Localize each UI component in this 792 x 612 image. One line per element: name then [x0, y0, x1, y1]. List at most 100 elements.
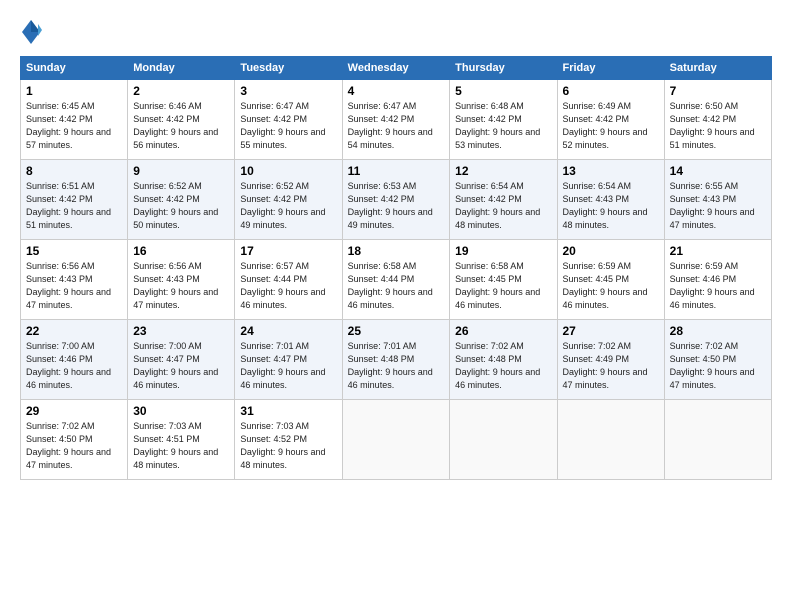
calendar-cell: 11 Sunrise: 6:53 AMSunset: 4:42 PMDaylig… — [342, 160, 450, 240]
logo — [20, 18, 45, 46]
weekday-header-row: SundayMondayTuesdayWednesdayThursdayFrid… — [21, 57, 772, 80]
weekday-header: Tuesday — [235, 57, 342, 80]
day-number: 1 — [26, 84, 122, 98]
day-info: Sunrise: 6:47 AMSunset: 4:42 PMDaylight:… — [348, 100, 445, 152]
weekday-header: Sunday — [21, 57, 128, 80]
day-info: Sunrise: 7:03 AMSunset: 4:52 PMDaylight:… — [240, 420, 336, 472]
calendar-cell: 18 Sunrise: 6:58 AMSunset: 4:44 PMDaylig… — [342, 240, 450, 320]
calendar-cell: 27 Sunrise: 7:02 AMSunset: 4:49 PMDaylig… — [557, 320, 664, 400]
day-number: 21 — [670, 244, 766, 258]
day-info: Sunrise: 6:49 AMSunset: 4:42 PMDaylight:… — [563, 100, 659, 152]
day-info: Sunrise: 6:59 AMSunset: 4:46 PMDaylight:… — [670, 260, 766, 312]
day-number: 20 — [563, 244, 659, 258]
calendar-table: SundayMondayTuesdayWednesdayThursdayFrid… — [20, 56, 772, 480]
calendar-cell: 7 Sunrise: 6:50 AMSunset: 4:42 PMDayligh… — [664, 80, 771, 160]
day-info: Sunrise: 6:53 AMSunset: 4:42 PMDaylight:… — [348, 180, 445, 232]
day-info: Sunrise: 7:03 AMSunset: 4:51 PMDaylight:… — [133, 420, 229, 472]
day-number: 15 — [26, 244, 122, 258]
calendar-week-row: 15 Sunrise: 6:56 AMSunset: 4:43 PMDaylig… — [21, 240, 772, 320]
day-info: Sunrise: 6:57 AMSunset: 4:44 PMDaylight:… — [240, 260, 336, 312]
calendar-body: 1 Sunrise: 6:45 AMSunset: 4:42 PMDayligh… — [21, 80, 772, 480]
day-info: Sunrise: 6:51 AMSunset: 4:42 PMDaylight:… — [26, 180, 122, 232]
day-info: Sunrise: 7:01 AMSunset: 4:48 PMDaylight:… — [348, 340, 445, 392]
day-info: Sunrise: 7:02 AMSunset: 4:48 PMDaylight:… — [455, 340, 551, 392]
calendar-cell: 14 Sunrise: 6:55 AMSunset: 4:43 PMDaylig… — [664, 160, 771, 240]
day-info: Sunrise: 7:01 AMSunset: 4:47 PMDaylight:… — [240, 340, 336, 392]
day-number: 28 — [670, 324, 766, 338]
calendar-cell: 9 Sunrise: 6:52 AMSunset: 4:42 PMDayligh… — [128, 160, 235, 240]
day-info: Sunrise: 6:50 AMSunset: 4:42 PMDaylight:… — [670, 100, 766, 152]
calendar-cell: 31 Sunrise: 7:03 AMSunset: 4:52 PMDaylig… — [235, 400, 342, 480]
calendar-cell — [664, 400, 771, 480]
calendar-cell — [557, 400, 664, 480]
calendar-cell: 30 Sunrise: 7:03 AMSunset: 4:51 PMDaylig… — [128, 400, 235, 480]
page-header — [20, 18, 772, 46]
calendar-cell: 22 Sunrise: 7:00 AMSunset: 4:46 PMDaylig… — [21, 320, 128, 400]
weekday-header: Thursday — [450, 57, 557, 80]
day-info: Sunrise: 6:52 AMSunset: 4:42 PMDaylight:… — [240, 180, 336, 232]
weekday-header: Friday — [557, 57, 664, 80]
calendar-cell: 29 Sunrise: 7:02 AMSunset: 4:50 PMDaylig… — [21, 400, 128, 480]
day-info: Sunrise: 7:02 AMSunset: 4:50 PMDaylight:… — [26, 420, 122, 472]
day-number: 12 — [455, 164, 551, 178]
calendar-cell: 8 Sunrise: 6:51 AMSunset: 4:42 PMDayligh… — [21, 160, 128, 240]
day-number: 30 — [133, 404, 229, 418]
calendar-cell: 10 Sunrise: 6:52 AMSunset: 4:42 PMDaylig… — [235, 160, 342, 240]
day-info: Sunrise: 6:56 AMSunset: 4:43 PMDaylight:… — [133, 260, 229, 312]
day-number: 29 — [26, 404, 122, 418]
calendar-week-row: 29 Sunrise: 7:02 AMSunset: 4:50 PMDaylig… — [21, 400, 772, 480]
day-number: 22 — [26, 324, 122, 338]
calendar-cell: 6 Sunrise: 6:49 AMSunset: 4:42 PMDayligh… — [557, 80, 664, 160]
day-number: 26 — [455, 324, 551, 338]
calendar-cell: 23 Sunrise: 7:00 AMSunset: 4:47 PMDaylig… — [128, 320, 235, 400]
calendar-cell: 26 Sunrise: 7:02 AMSunset: 4:48 PMDaylig… — [450, 320, 557, 400]
weekday-header: Wednesday — [342, 57, 450, 80]
calendar-cell: 2 Sunrise: 6:46 AMSunset: 4:42 PMDayligh… — [128, 80, 235, 160]
day-number: 11 — [348, 164, 445, 178]
day-number: 3 — [240, 84, 336, 98]
day-number: 6 — [563, 84, 659, 98]
day-number: 16 — [133, 244, 229, 258]
day-info: Sunrise: 7:02 AMSunset: 4:50 PMDaylight:… — [670, 340, 766, 392]
day-info: Sunrise: 6:54 AMSunset: 4:43 PMDaylight:… — [563, 180, 659, 232]
calendar-cell: 28 Sunrise: 7:02 AMSunset: 4:50 PMDaylig… — [664, 320, 771, 400]
day-info: Sunrise: 6:47 AMSunset: 4:42 PMDaylight:… — [240, 100, 336, 152]
calendar-cell: 15 Sunrise: 6:56 AMSunset: 4:43 PMDaylig… — [21, 240, 128, 320]
calendar-cell: 17 Sunrise: 6:57 AMSunset: 4:44 PMDaylig… — [235, 240, 342, 320]
day-number: 14 — [670, 164, 766, 178]
day-info: Sunrise: 7:02 AMSunset: 4:49 PMDaylight:… — [563, 340, 659, 392]
day-number: 8 — [26, 164, 122, 178]
day-number: 9 — [133, 164, 229, 178]
day-info: Sunrise: 6:48 AMSunset: 4:42 PMDaylight:… — [455, 100, 551, 152]
day-info: Sunrise: 6:56 AMSunset: 4:43 PMDaylight:… — [26, 260, 122, 312]
weekday-header: Monday — [128, 57, 235, 80]
day-info: Sunrise: 6:58 AMSunset: 4:45 PMDaylight:… — [455, 260, 551, 312]
calendar-cell: 1 Sunrise: 6:45 AMSunset: 4:42 PMDayligh… — [21, 80, 128, 160]
calendar-cell: 16 Sunrise: 6:56 AMSunset: 4:43 PMDaylig… — [128, 240, 235, 320]
day-info: Sunrise: 6:58 AMSunset: 4:44 PMDaylight:… — [348, 260, 445, 312]
calendar-cell: 5 Sunrise: 6:48 AMSunset: 4:42 PMDayligh… — [450, 80, 557, 160]
calendar-cell: 12 Sunrise: 6:54 AMSunset: 4:42 PMDaylig… — [450, 160, 557, 240]
day-info: Sunrise: 6:45 AMSunset: 4:42 PMDaylight:… — [26, 100, 122, 152]
day-info: Sunrise: 6:46 AMSunset: 4:42 PMDaylight:… — [133, 100, 229, 152]
calendar-cell: 25 Sunrise: 7:01 AMSunset: 4:48 PMDaylig… — [342, 320, 450, 400]
calendar-cell: 24 Sunrise: 7:01 AMSunset: 4:47 PMDaylig… — [235, 320, 342, 400]
day-number: 19 — [455, 244, 551, 258]
calendar-cell — [450, 400, 557, 480]
calendar-cell: 21 Sunrise: 6:59 AMSunset: 4:46 PMDaylig… — [664, 240, 771, 320]
day-number: 5 — [455, 84, 551, 98]
calendar-cell — [342, 400, 450, 480]
calendar-cell: 4 Sunrise: 6:47 AMSunset: 4:42 PMDayligh… — [342, 80, 450, 160]
day-number: 10 — [240, 164, 336, 178]
day-info: Sunrise: 6:59 AMSunset: 4:45 PMDaylight:… — [563, 260, 659, 312]
day-number: 23 — [133, 324, 229, 338]
day-info: Sunrise: 6:55 AMSunset: 4:43 PMDaylight:… — [670, 180, 766, 232]
day-info: Sunrise: 7:00 AMSunset: 4:46 PMDaylight:… — [26, 340, 122, 392]
day-number: 17 — [240, 244, 336, 258]
calendar-week-row: 1 Sunrise: 6:45 AMSunset: 4:42 PMDayligh… — [21, 80, 772, 160]
day-info: Sunrise: 6:54 AMSunset: 4:42 PMDaylight:… — [455, 180, 551, 232]
calendar-cell: 3 Sunrise: 6:47 AMSunset: 4:42 PMDayligh… — [235, 80, 342, 160]
day-info: Sunrise: 6:52 AMSunset: 4:42 PMDaylight:… — [133, 180, 229, 232]
logo-icon — [20, 18, 42, 46]
calendar-week-row: 8 Sunrise: 6:51 AMSunset: 4:42 PMDayligh… — [21, 160, 772, 240]
